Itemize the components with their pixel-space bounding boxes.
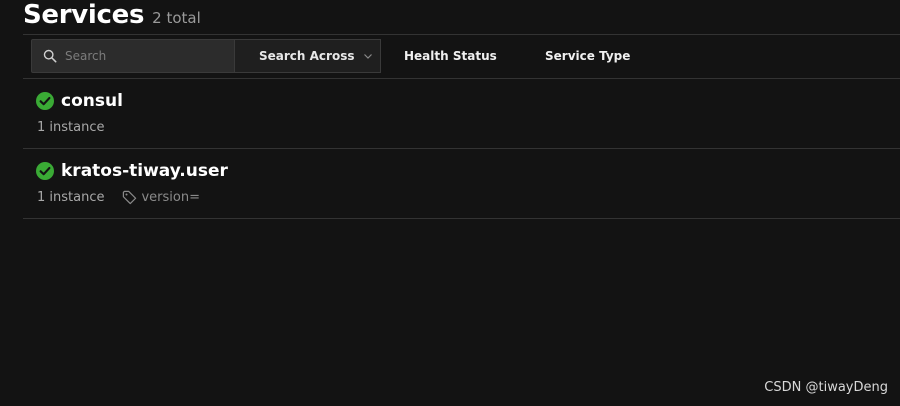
service-meta: 1 instance version= — [37, 190, 200, 205]
service-meta: 1 instance — [37, 120, 104, 135]
check-circle-icon — [36, 162, 54, 180]
service-count: 2 total — [152, 9, 201, 27]
service-list: consul 1 instance kratos-tiway.user 1 in… — [23, 79, 900, 219]
service-row-consul[interactable]: consul 1 instance — [23, 79, 900, 149]
service-tag: version= — [122, 190, 200, 205]
service-link[interactable]: kratos-tiway.user — [36, 161, 228, 181]
service-row-kratos-tiway-user[interactable]: kratos-tiway.user 1 instance version= — [23, 149, 900, 219]
health-status-label: Health Status — [404, 49, 497, 63]
tag-icon — [123, 190, 137, 205]
chevron-down-icon — [364, 54, 373, 59]
watermark: CSDN @tiwayDeng — [764, 380, 888, 395]
instance-count: 1 instance — [37, 120, 105, 135]
check-circle-icon — [36, 92, 54, 110]
services-page: Services 2 total Search Across Health St… — [0, 0, 900, 406]
service-name: consul — [61, 91, 123, 111]
health-status-filter[interactable]: Health Status — [404, 39, 497, 73]
search-icon — [43, 49, 57, 63]
search-input[interactable] — [65, 40, 230, 72]
page-header: Services 2 total — [23, 0, 201, 34]
search-box — [31, 39, 235, 73]
search-across-dropdown[interactable]: Search Across — [235, 39, 381, 73]
instance-count: 1 instance — [37, 190, 105, 205]
page-title: Services — [23, 0, 145, 30]
service-name: kratos-tiway.user — [61, 161, 228, 181]
search-across-label: Search Across — [259, 49, 355, 63]
service-link[interactable]: consul — [36, 91, 123, 111]
service-type-filter[interactable]: Service Type — [545, 39, 630, 73]
service-type-label: Service Type — [545, 49, 631, 63]
tag-label: version= — [141, 190, 200, 205]
filter-bar: Search Across Health Status Service Type — [23, 35, 900, 79]
